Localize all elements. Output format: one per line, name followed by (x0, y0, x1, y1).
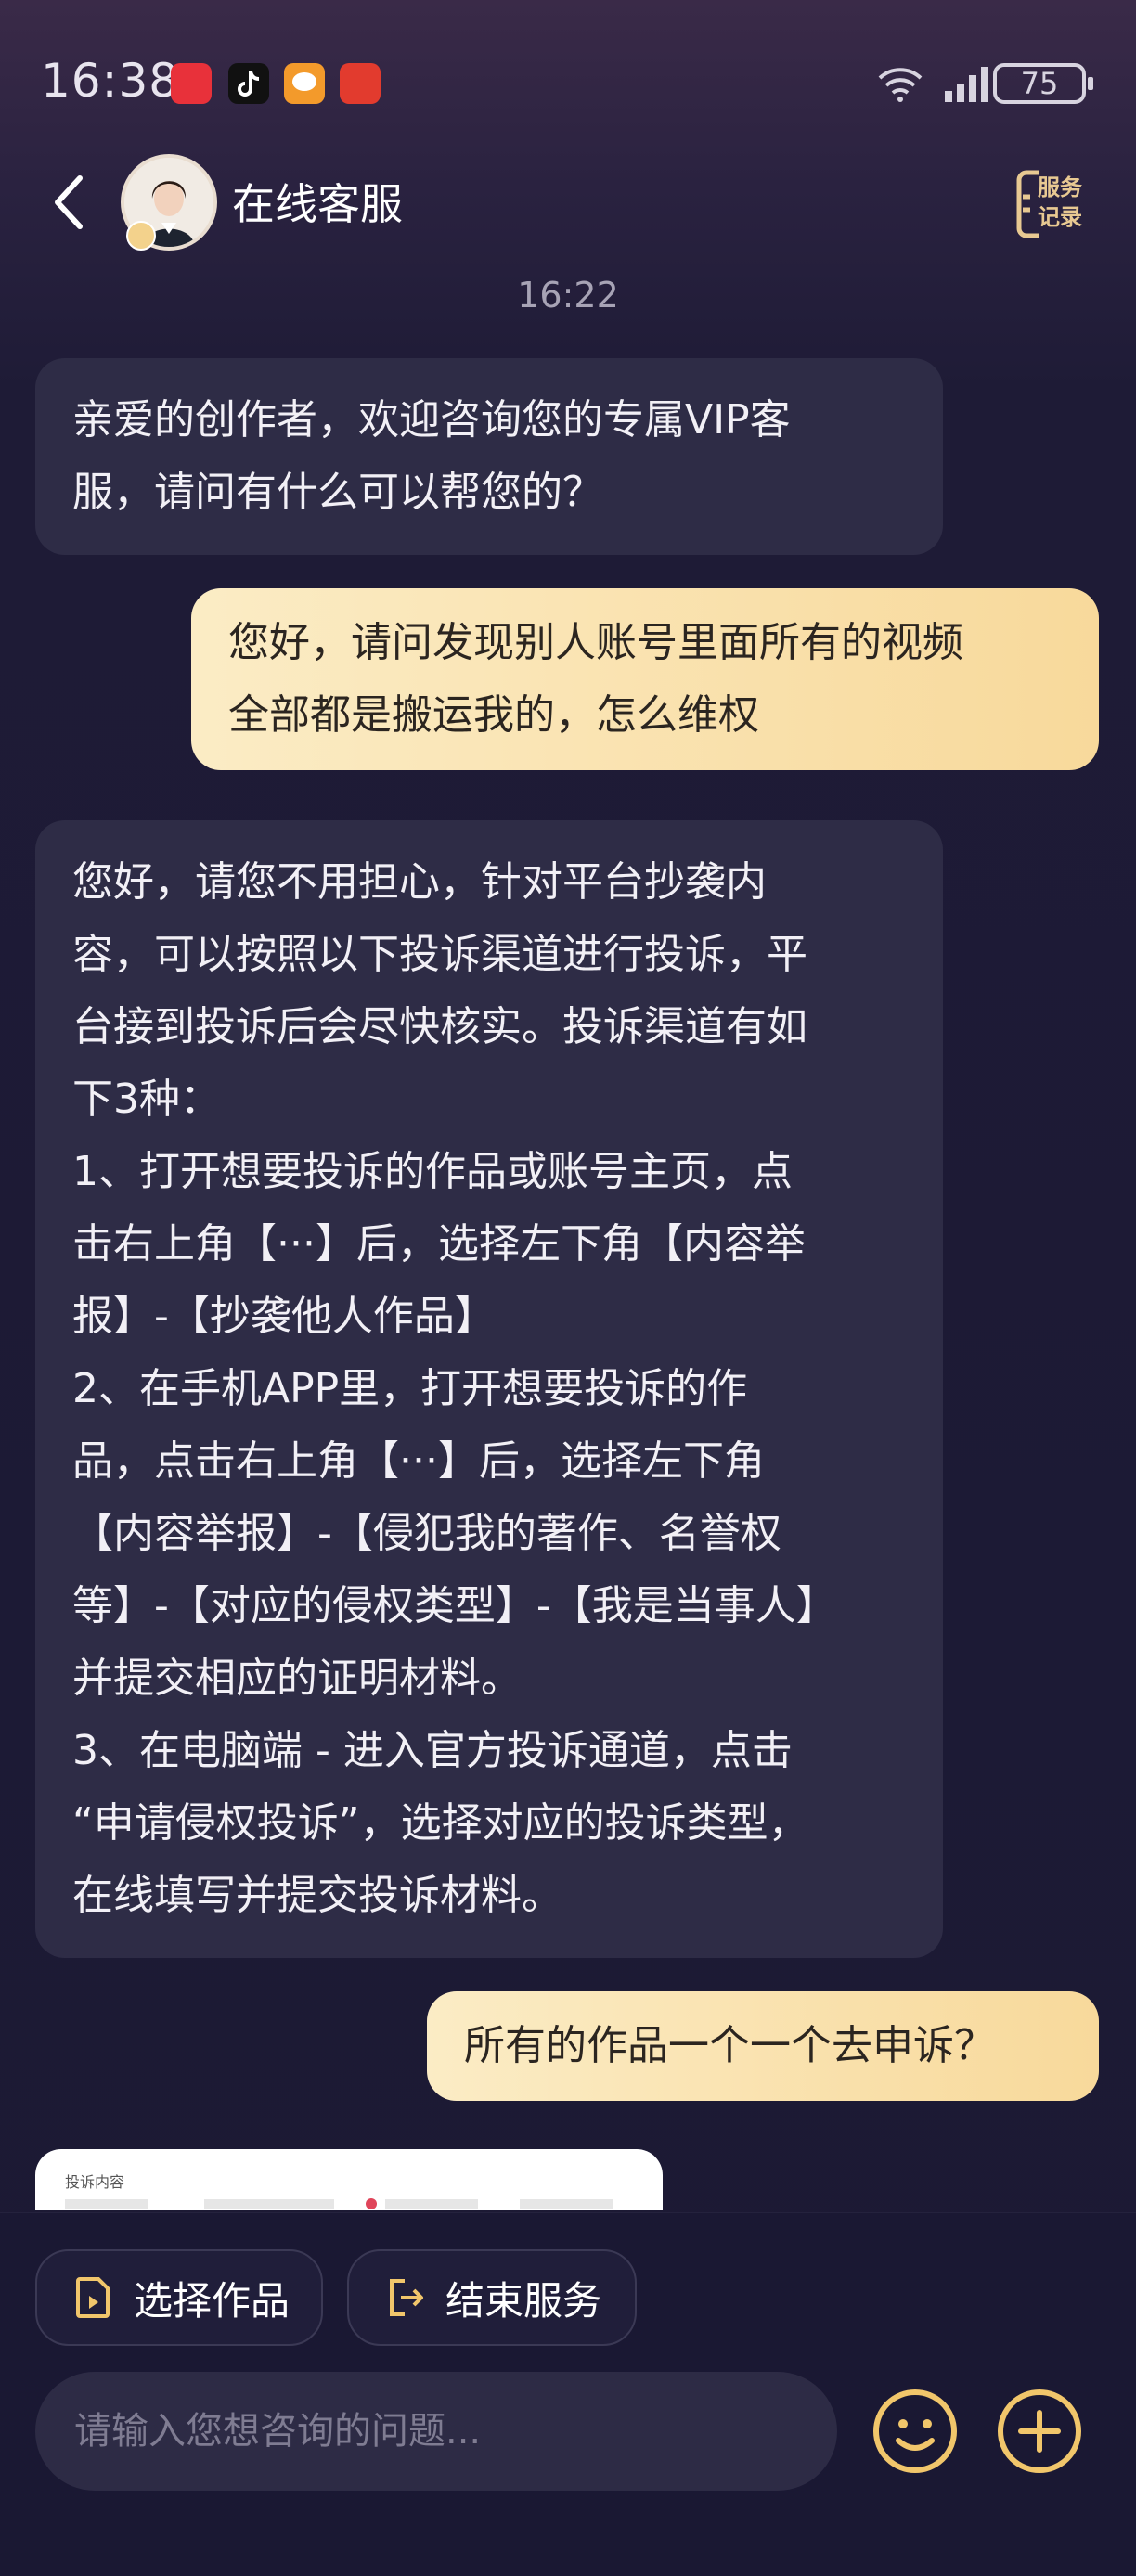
message-line: “申请侵权投诉”，选择对应的投诉类型， (72, 1799, 809, 1847)
agent-message: 您好，请您不用担心，针对平台抄袭内 容，可以按照以下投诉渠道进行投诉，平 台接到… (35, 820, 943, 1958)
page-title: 在线客服 (232, 179, 403, 229)
signal-icon (945, 67, 988, 102)
message-line: 亲爱的创作者，欢迎咨询您的专属VIP客 (72, 396, 791, 444)
message-line: 容，可以按照以下投诉渠道进行投诉，平 (72, 931, 807, 978)
chat-timestamp: 16:22 (517, 275, 619, 316)
plus-icon[interactable] (995, 2387, 1084, 2476)
message-line: 3、在电脑端 - 进入官方投诉通道，点击 (72, 1727, 793, 1774)
service-record-label-line2: 记录 (1038, 204, 1082, 230)
message-line: 台接到投诉后会尽快核实。投诉渠道有如 (72, 1003, 807, 1050)
news-app-icon (340, 63, 381, 104)
chat-app-icon (284, 63, 325, 104)
message-input[interactable] (35, 2372, 837, 2491)
wifi-icon (878, 68, 923, 102)
select-work-button[interactable]: 选择作品 (35, 2249, 323, 2346)
battery-icon: 75 (993, 63, 1093, 104)
message-input-box[interactable] (35, 2372, 837, 2491)
card-title: 投诉内容 (65, 2173, 125, 2191)
exit-icon (390, 2279, 423, 2316)
select-work-label: 选择作品 (134, 2277, 290, 2324)
service-record-button[interactable]: 服务 记录 (1013, 169, 1090, 239)
message-line: 您好，请问发现别人账号里面所有的视频 (228, 619, 963, 666)
document-play-icon (76, 2277, 110, 2318)
message-line: 所有的作品一个一个去申诉？ (464, 2022, 995, 2069)
message-line: 击右上角【···】后，选择左下角【内容举 (72, 1220, 806, 1268)
message-line: 服，请问有什么可以帮您的？ (72, 469, 603, 516)
tiktok-icon (228, 63, 269, 104)
status-time: 16:38 (41, 54, 180, 108)
message-line: 品，点击右上角【···】后，选择左下角 (72, 1437, 765, 1485)
user-message: 所有的作品一个一个去申诉？ (427, 1991, 1099, 2101)
message-line: 您好，请您不用担心，针对平台抄袭内 (72, 858, 767, 906)
emoji-icon[interactable] (871, 2387, 960, 2476)
message-line: 全部都是搬运我的，怎么维权 (228, 691, 759, 739)
message-line: 并提交相应的证明材料。 (72, 1655, 522, 1702)
message-line: 报】-【抄袭他人作品】 (72, 1293, 496, 1340)
card-options-row (65, 2198, 613, 2209)
message-line: 下3种： (72, 1075, 221, 1123)
agent-message: 亲爱的创作者，欢迎咨询您的专属VIP客 服，请问有什么可以帮您的？ (35, 358, 943, 555)
service-record-label-line1: 服务 (1038, 174, 1082, 200)
message-line: 【内容举报】-【侵犯我的著作、名誉权 (72, 1510, 781, 1557)
message-line: 在线填写并提交投诉材料。 (72, 1872, 562, 1919)
message-line: 1、打开想要投诉的作品或账号主页，点 (72, 1148, 793, 1195)
end-service-label: 结束服务 (445, 2277, 602, 2324)
vip-badge-icon (126, 221, 156, 251)
message-line: 等】-【对应的侵权类型】-【我是当事人】 (72, 1582, 837, 1629)
message-line: 2、在手机APP里，打开想要投诉的作 (72, 1365, 748, 1412)
back-arrow-icon[interactable] (48, 173, 89, 232)
end-service-button[interactable]: 结束服务 (347, 2249, 637, 2346)
user-message: 您好，请问发现别人账号里面所有的视频 全部都是搬运我的，怎么维权 (191, 588, 1099, 770)
huawei-app-icon (171, 63, 212, 104)
complaint-screenshot-card[interactable]: 投诉内容 (35, 2149, 663, 2210)
